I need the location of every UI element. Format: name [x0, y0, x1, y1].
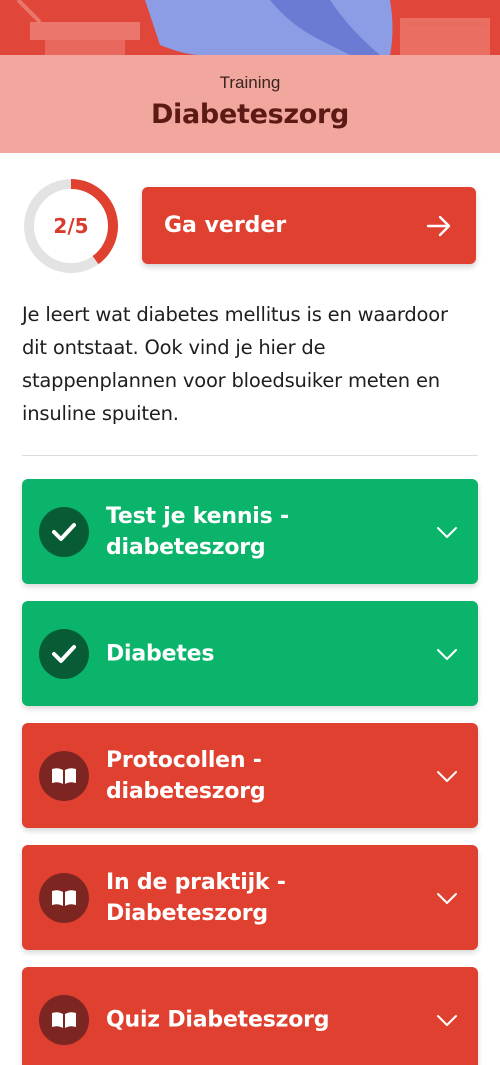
module-label: In de praktijk - Diabeteszorg: [106, 869, 286, 926]
arrow-right-icon: [426, 215, 451, 237]
module-diabetes[interactable]: Diabetes: [22, 601, 478, 706]
book-icon: [39, 873, 89, 923]
module-test-je-kennis[interactable]: Test je kennis - diabeteszorg: [22, 479, 478, 584]
module-label: Test je kennis - diabeteszorg: [106, 503, 289, 560]
chevron-down-icon: [437, 649, 457, 660]
book-icon: [39, 995, 89, 1045]
chevron-down-icon: [437, 527, 457, 538]
chevron-down-icon: [437, 1015, 457, 1026]
module-protocollen[interactable]: Protocollen - diabeteszorg: [22, 723, 478, 828]
hero-illustration: [0, 0, 500, 55]
check-icon: [39, 507, 89, 557]
chevron-down-icon: [437, 771, 457, 782]
book-icon: [39, 751, 89, 801]
module-in-de-praktijk[interactable]: In de praktijk - Diabeteszorg: [22, 845, 478, 950]
check-icon: [39, 629, 89, 679]
training-description: Je leert wat diabetes mellitus is en waa…: [22, 303, 448, 425]
module-label: Diabetes: [106, 641, 215, 666]
divider: [22, 455, 478, 456]
title-band: Training Diabeteszorg: [0, 55, 500, 153]
progress-label: 2/5: [53, 214, 89, 238]
module-label: Protocollen - diabeteszorg: [106, 747, 266, 804]
progress-indicator: 2/5: [22, 177, 120, 275]
continue-button-label: Ga verder: [164, 213, 287, 238]
continue-button[interactable]: Ga verder: [142, 187, 476, 264]
module-label: Quiz Diabeteszorg: [106, 1007, 330, 1032]
page-subtitle: Training: [219, 73, 281, 92]
page-title: Diabeteszorg: [150, 99, 350, 130]
module-quiz[interactable]: Quiz Diabeteszorg: [22, 967, 478, 1065]
chevron-down-icon: [437, 893, 457, 904]
